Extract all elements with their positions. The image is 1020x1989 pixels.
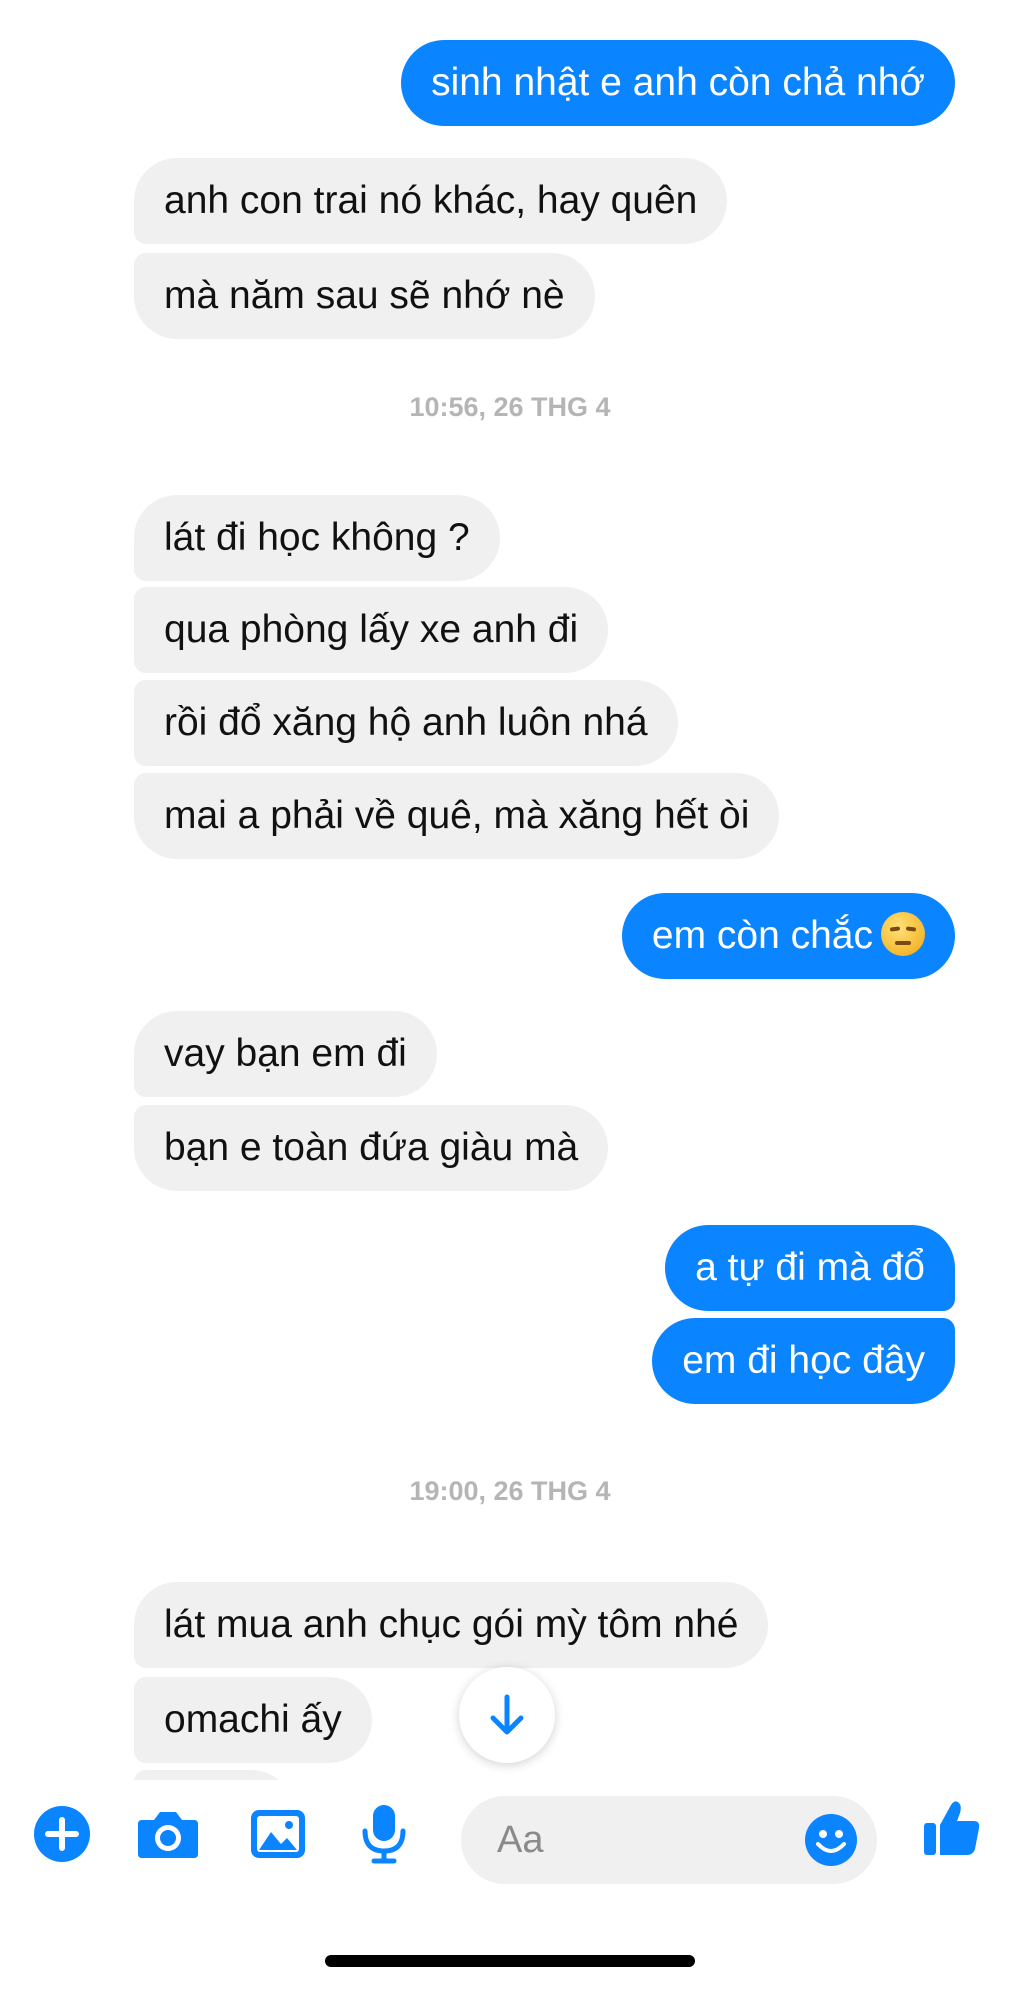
scroll-to-bottom-button[interactable]: [459, 1667, 555, 1763]
message-incoming[interactable]: omachi ấy: [134, 1677, 372, 1763]
message-incoming[interactable]: qua phòng lấy xe anh đi: [134, 587, 609, 673]
message-incoming[interactable]: lát đi học không ?: [134, 495, 500, 581]
message-outgoing[interactable]: em còn chắc: [621, 893, 955, 979]
thumbs-up-icon: [924, 1801, 980, 1855]
like-button[interactable]: [920, 1796, 984, 1860]
message-text: em còn chắc: [651, 914, 873, 957]
message-incoming[interactable]: rồi đổ xăng hộ anh luôn nhá: [134, 680, 678, 766]
camera-button[interactable]: [136, 1802, 200, 1866]
message-incoming-partial[interactable]: [134, 1770, 294, 1780]
message-input-placeholder: Aa: [497, 1819, 544, 1861]
gallery-button[interactable]: [246, 1802, 310, 1866]
unamused-face-emoji-icon: [881, 912, 925, 956]
arrow-down-icon: [490, 1694, 524, 1735]
camera-icon: [138, 1812, 198, 1858]
message-list: sinh nhật e anh còn chả nhớ anh con trai…: [0, 0, 1020, 1780]
gallery-icon: [251, 1810, 305, 1858]
message-incoming[interactable]: mai a phải về quê, mà xăng hết òi: [134, 773, 780, 859]
message-incoming[interactable]: mà năm sau sẽ nhớ nè: [134, 253, 595, 339]
add-button[interactable]: [30, 1802, 94, 1866]
message-outgoing[interactable]: sinh nhật e anh còn chả nhớ: [401, 40, 955, 126]
microphone-icon: [362, 1805, 406, 1864]
message-incoming[interactable]: bạn e toàn đứa giàu mà: [134, 1105, 609, 1191]
message-input[interactable]: Aa: [461, 1796, 877, 1884]
message-incoming[interactable]: lát mua anh chục gói mỳ tôm nhé: [134, 1582, 769, 1668]
message-incoming[interactable]: vay bạn em đi: [134, 1011, 437, 1097]
message-incoming[interactable]: anh con trai nó khác, hay quên: [134, 158, 728, 244]
composer-bar: Aa: [0, 1780, 1020, 1900]
emoji-icon[interactable]: [803, 1812, 859, 1868]
plus-icon: [34, 1806, 90, 1862]
home-indicator[interactable]: [325, 1955, 695, 1967]
timestamp: 10:56, 26 THG 4: [409, 392, 611, 422]
message-outgoing[interactable]: em đi học đây: [652, 1318, 955, 1404]
voice-button[interactable]: [352, 1802, 416, 1866]
message-outgoing[interactable]: a tự đi mà đổ: [665, 1225, 955, 1311]
timestamp: 19:00, 26 THG 4: [409, 1476, 611, 1506]
